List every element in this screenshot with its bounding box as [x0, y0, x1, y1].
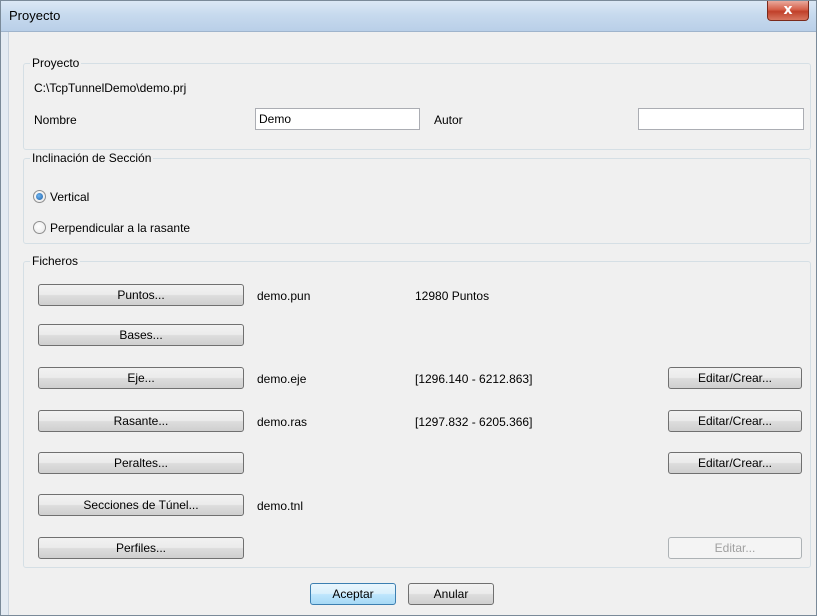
window-left-edge: [1, 32, 9, 615]
puntos-file: demo.pun: [257, 289, 311, 303]
proyecto-group-label: Proyecto: [30, 56, 82, 70]
eje-edit-button[interactable]: Editar/Crear...: [668, 367, 802, 389]
peraltes-button[interactable]: Peraltes...: [38, 452, 244, 474]
proyecto-dialog: Proyecto x Proyecto C:\TcpTunnelDemo\dem…: [0, 0, 817, 616]
dialog-client-area: Proyecto C:\TcpTunnelDemo\demo.prj Nombr…: [9, 32, 816, 615]
radio-vertical-label[interactable]: Vertical: [50, 190, 89, 204]
window-title: Proyecto: [9, 8, 61, 23]
nombre-field[interactable]: [255, 108, 420, 130]
title-bar[interactable]: Proyecto x: [1, 1, 816, 32]
proyecto-group: Proyecto: [23, 56, 811, 150]
rasante-edit-button[interactable]: Editar/Crear...: [668, 410, 802, 432]
aceptar-button[interactable]: Aceptar: [310, 583, 396, 605]
eje-button[interactable]: Eje...: [38, 367, 244, 389]
inclinacion-group-label: Inclinación de Sección: [30, 151, 154, 165]
rasante-button[interactable]: Rasante...: [38, 410, 244, 432]
anular-button[interactable]: Anular: [408, 583, 494, 605]
ficheros-group-label: Ficheros: [30, 254, 81, 268]
rasante-info: [1297.832 - 6205.366]: [415, 415, 533, 429]
rasante-file: demo.ras: [257, 415, 308, 429]
radio-perpendicular-label[interactable]: Perpendicular a la rasante: [50, 221, 190, 235]
puntos-info: 12980 Puntos: [415, 289, 490, 303]
eje-info: [1296.140 - 6212.863]: [415, 372, 533, 386]
project-path: C:\TcpTunnelDemo\demo.prj: [34, 81, 187, 95]
radio-perpendicular[interactable]: [33, 221, 46, 234]
secciones-tunel-file: demo.tnl: [257, 499, 304, 513]
radio-vertical[interactable]: [33, 190, 46, 203]
secciones-tunel-button[interactable]: Secciones de Túnel...: [38, 494, 244, 516]
close-icon[interactable]: x: [767, 1, 809, 21]
nombre-label: Nombre: [34, 113, 77, 127]
autor-label: Autor: [434, 113, 463, 127]
bases-button[interactable]: Bases...: [38, 324, 244, 346]
perfiles-button[interactable]: Perfiles...: [38, 537, 244, 559]
perfiles-edit-button[interactable]: Editar...: [668, 537, 802, 559]
autor-field[interactable]: [638, 108, 804, 130]
peraltes-edit-button[interactable]: Editar/Crear...: [668, 452, 802, 474]
eje-file: demo.eje: [257, 372, 307, 386]
puntos-button[interactable]: Puntos...: [38, 284, 244, 306]
